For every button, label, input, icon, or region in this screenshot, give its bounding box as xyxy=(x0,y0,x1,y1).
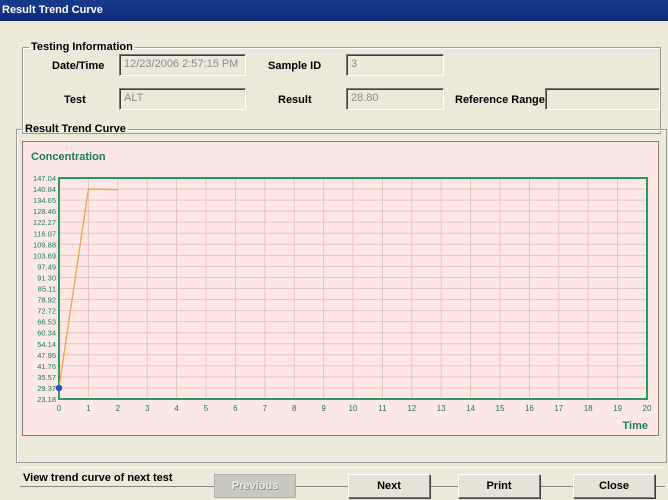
chart-area: Concentration 147.04 140.84 134.65 128.46 12… xyxy=(22,141,659,436)
close-button[interactable]: Close xyxy=(573,474,655,498)
trend-chart: 147.04 140.84 134.65 128.46 122.27 116.07 109.… xyxy=(33,174,652,413)
previous-button[interactable]: Previous xyxy=(214,474,296,498)
sample-id-label: Sample ID xyxy=(268,60,322,72)
x-tick-label: 15 xyxy=(496,404,505,413)
x-tick-label: 5 xyxy=(204,404,209,413)
y-tick-label: 134.65 xyxy=(33,196,56,205)
y-tick-label: 41.76 xyxy=(37,362,56,371)
y-tick-label: 116.07 xyxy=(34,229,56,238)
y-tick-label: 72.72 xyxy=(37,307,56,316)
x-tick-label: 4 xyxy=(174,404,179,413)
x-tick-label: 13 xyxy=(437,404,446,413)
x-tick-label: 3 xyxy=(145,404,150,413)
window-body: Testing Information Date/Time 12/23/2006… xyxy=(0,21,668,500)
y-tick-label: 23.18 xyxy=(37,395,56,404)
x-tick-label: 8 xyxy=(292,404,297,413)
y-tick-label: 128.46 xyxy=(33,207,56,216)
x-tick-label: 16 xyxy=(525,404,534,413)
result-field[interactable]: 28.80 xyxy=(346,88,444,110)
window-title-bar: Result Trend Curve xyxy=(0,0,668,21)
status-text: View trend curve of next test xyxy=(23,472,173,484)
y-tick-label: 78.92 xyxy=(37,296,56,305)
status-bar: View trend curve of next test xyxy=(20,467,665,487)
testing-information-legend: Testing Information xyxy=(31,41,133,53)
x-tick-label: 6 xyxy=(233,404,238,413)
print-button[interactable]: Print xyxy=(458,474,540,498)
sample-id-field[interactable]: 3 xyxy=(346,54,444,76)
x-tick-label: 1 xyxy=(86,404,91,413)
trend-curve-legend: Result Trend Curve xyxy=(25,123,126,135)
y-tick-label: 103.69 xyxy=(33,251,56,260)
y-tick-label: 60.34 xyxy=(37,329,56,338)
x-tick-label: 9 xyxy=(321,404,326,413)
y-tick-label: 140.84 xyxy=(33,185,56,194)
y-tick-label: 91.30 xyxy=(37,273,56,282)
y-tick-label: 85.11 xyxy=(38,285,56,294)
x-tick-label: 11 xyxy=(378,404,387,413)
data-point-marker xyxy=(55,384,63,392)
y-tick-label: 47.95 xyxy=(37,351,56,360)
reference-range-field[interactable] xyxy=(545,88,660,110)
next-button[interactable]: Next xyxy=(348,474,430,498)
y-tick-label: 147.04 xyxy=(33,174,56,183)
x-tick-label: 14 xyxy=(466,404,475,413)
test-label: Test xyxy=(64,94,86,106)
y-tick-label: 35.57 xyxy=(37,373,56,382)
x-tick-label: 17 xyxy=(554,404,563,413)
x-tick-label: 20 xyxy=(643,404,652,413)
y-tick-label: 97.49 xyxy=(37,262,56,271)
y-tick-label: 122.27 xyxy=(33,218,56,227)
datetime-label: Date/Time xyxy=(52,60,105,72)
x-tick-label: 18 xyxy=(584,404,593,413)
y-tick-label: 66.53 xyxy=(37,318,56,327)
reference-range-label: Reference Range xyxy=(455,94,545,106)
x-tick-label: 2 xyxy=(116,404,121,413)
x-axis-label: Time xyxy=(622,420,648,432)
test-field[interactable]: ALT xyxy=(119,88,246,110)
y-tick-label: 29.37 xyxy=(37,384,56,393)
datetime-field[interactable]: 12/23/2006 2:57:15 PM xyxy=(119,54,246,76)
x-tick-label: 19 xyxy=(613,404,622,413)
result-label: Result xyxy=(278,94,312,106)
x-tick-label: 10 xyxy=(349,404,358,413)
x-tick-label: 7 xyxy=(263,404,268,413)
y-tick-label: 109.88 xyxy=(33,240,56,249)
window-title: Result Trend Curve xyxy=(2,4,103,16)
x-tick-label: 0 xyxy=(57,404,62,413)
y-tick-label: 54.14 xyxy=(37,340,56,349)
x-tick-label: 12 xyxy=(407,404,416,413)
